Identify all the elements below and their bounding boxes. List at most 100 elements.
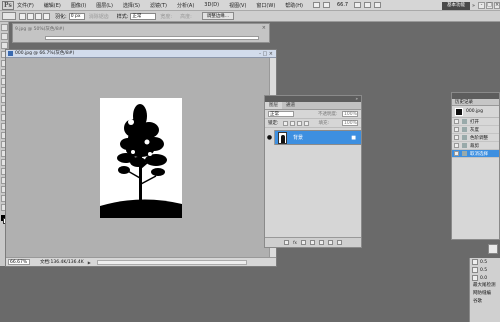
lock-brush-icon[interactable]	[289, 120, 295, 126]
lasso-tool-icon[interactable]	[1, 42, 8, 49]
width-label[interactable]: 宽度:	[160, 13, 172, 20]
style-select[interactable]: 正常	[130, 12, 157, 20]
status-menu-arrow-icon[interactable]: ▶	[88, 260, 91, 265]
opacity-label: 不透明度:	[318, 112, 338, 117]
subtract-selection-icon[interactable]	[35, 12, 42, 20]
add-selection-icon[interactable]	[27, 12, 34, 20]
minibridge-icon[interactable]	[322, 2, 330, 8]
dock-row[interactable]: 0.5	[470, 266, 500, 274]
move-tool-icon[interactable]	[1, 24, 8, 31]
panel-icon[interactable]	[488, 244, 498, 254]
document-preview-strip	[45, 36, 259, 40]
layers-footer: fx	[265, 237, 361, 247]
history-step[interactable]: 打开	[452, 118, 499, 126]
intersect-selection-icon[interactable]	[43, 12, 50, 20]
zoom-icon[interactable]	[364, 2, 372, 8]
photoshop-logo: Ps	[2, 0, 14, 10]
brush-preset-icon[interactable]	[472, 267, 478, 273]
marquee-tool-icon[interactable]	[1, 33, 8, 40]
fill-field[interactable]: 100%	[342, 120, 358, 126]
antialias-checkbox[interactable]: 消除锯齿	[89, 13, 109, 20]
menu-select[interactable]: 选择(S)	[123, 2, 140, 9]
options-bar: 羽化: 0 px 消除锯齿 样式: 正常 宽度: 高度: 调整边缘...	[0, 11, 500, 22]
menu-layer[interactable]: 图层(L)	[96, 2, 113, 9]
tree-image[interactable]	[100, 98, 182, 218]
document-tab-9jpg[interactable]: 9.jpg @ 50%(灰色/8#)	[15, 26, 64, 33]
history-brush-source-checkbox[interactable]	[454, 135, 459, 140]
blend-mode-select[interactable]: 正常	[268, 111, 294, 117]
history-step-active[interactable]: 取消选择	[452, 150, 499, 158]
trash-icon[interactable]	[336, 240, 342, 245]
height-label[interactable]: 高度:	[180, 13, 192, 20]
minimize-icon[interactable]: -	[478, 2, 485, 9]
tab-layers[interactable]: 图层	[265, 102, 282, 109]
layer-row-background[interactable]: ● 背景 ■	[265, 130, 361, 145]
lock-icons[interactable]	[282, 120, 309, 126]
history-brush-source-checkbox[interactable]	[454, 119, 459, 124]
history-step-label: 打开	[470, 119, 479, 125]
hand-icon[interactable]	[354, 2, 362, 8]
menu-window[interactable]: 窗口(W)	[256, 2, 275, 9]
brush-preset-icon[interactable]	[472, 275, 478, 281]
feather-input[interactable]: 0 px	[68, 12, 85, 20]
menu-help[interactable]: 帮助(H)	[285, 2, 303, 9]
dock-row[interactable]: 0.0	[470, 274, 500, 282]
dock-row[interactable]: 0.5	[470, 258, 500, 266]
levels-icon	[462, 135, 467, 140]
lock-all-icon[interactable]	[303, 120, 309, 126]
menu-analysis[interactable]: 分析(A)	[177, 2, 194, 9]
menu-view[interactable]: 视图(V)	[229, 2, 246, 9]
brush-preset-icon[interactable]	[472, 259, 478, 265]
background-document-window[interactable]: 9.jpg @ 50%(灰色/8#) ×	[12, 23, 270, 43]
new-selection-icon[interactable]	[19, 12, 26, 20]
new-layer-icon[interactable]	[327, 240, 333, 245]
history-brush-source-checkbox[interactable]	[454, 127, 459, 132]
history-step-label: 灰度	[470, 127, 479, 133]
lock-position-icon[interactable]	[296, 120, 302, 126]
history-snapshot[interactable]: 000.jpg	[452, 106, 499, 118]
lock-icon: ■	[351, 134, 356, 141]
canvas-area[interactable]	[6, 58, 270, 258]
arrange-icon[interactable]	[374, 2, 382, 8]
history-step[interactable]: 色阶调整	[452, 134, 499, 142]
workspace-arrow-icon[interactable]: »	[472, 3, 475, 9]
zoom-level[interactable]: 66.7	[337, 2, 348, 8]
mask-icon[interactable]	[300, 240, 306, 245]
history-step-label: 裁剪	[470, 143, 479, 149]
fx-icon[interactable]: fx	[293, 240, 297, 245]
dock-value: 0.5	[480, 259, 488, 265]
tree-silhouette	[100, 98, 182, 218]
refine-edge-button[interactable]: 调整边缘...	[201, 12, 235, 20]
menu-edit[interactable]: 编辑(E)	[44, 2, 61, 9]
menu-filter[interactable]: 滤镜(T)	[150, 2, 167, 9]
horizontal-scrollbar[interactable]	[96, 259, 247, 265]
menu-file[interactable]: 文件(F)	[17, 2, 34, 9]
grayscale-icon	[462, 127, 467, 132]
close-icon[interactable]: ×	[262, 25, 266, 31]
history-brush-source-checkbox[interactable]	[454, 151, 459, 156]
workspace-button[interactable]: 基本功能	[442, 2, 470, 10]
tab-history[interactable]: 历史记录	[452, 99, 499, 106]
history-step[interactable]: 灰度	[452, 126, 499, 134]
group-icon[interactable]	[318, 240, 324, 245]
eye-icon[interactable]: ●	[265, 130, 275, 145]
history-brush-source-checkbox[interactable]	[454, 143, 459, 148]
window-controls[interactable]: - □ ×	[259, 50, 273, 58]
tool-preset-picker[interactable]	[2, 12, 16, 20]
crop-icon	[462, 143, 467, 148]
doc-zoom-field[interactable]: 66.67%	[8, 259, 30, 265]
tab-channels[interactable]: 通道	[282, 102, 299, 109]
fill-label: 填充:	[318, 121, 330, 126]
close-icon[interactable]: ×	[494, 2, 500, 9]
link-layers-icon[interactable]	[284, 240, 290, 245]
menu-image[interactable]: 图像(I)	[71, 2, 86, 9]
menu-3d[interactable]: 3D(D)	[204, 2, 219, 8]
bridge-icon[interactable]	[312, 2, 320, 8]
maximize-icon[interactable]: □	[486, 2, 493, 9]
adjustment-icon[interactable]	[309, 240, 315, 245]
history-step[interactable]: 裁剪	[452, 142, 499, 150]
style-label: 样式:	[116, 13, 129, 20]
lock-pixels-icon[interactable]	[282, 120, 288, 126]
opacity-field[interactable]: 100%	[342, 111, 358, 117]
document-title-bar[interactable]: 000.jpg @ 66.7%(灰色/8#) - □ ×	[6, 50, 276, 58]
